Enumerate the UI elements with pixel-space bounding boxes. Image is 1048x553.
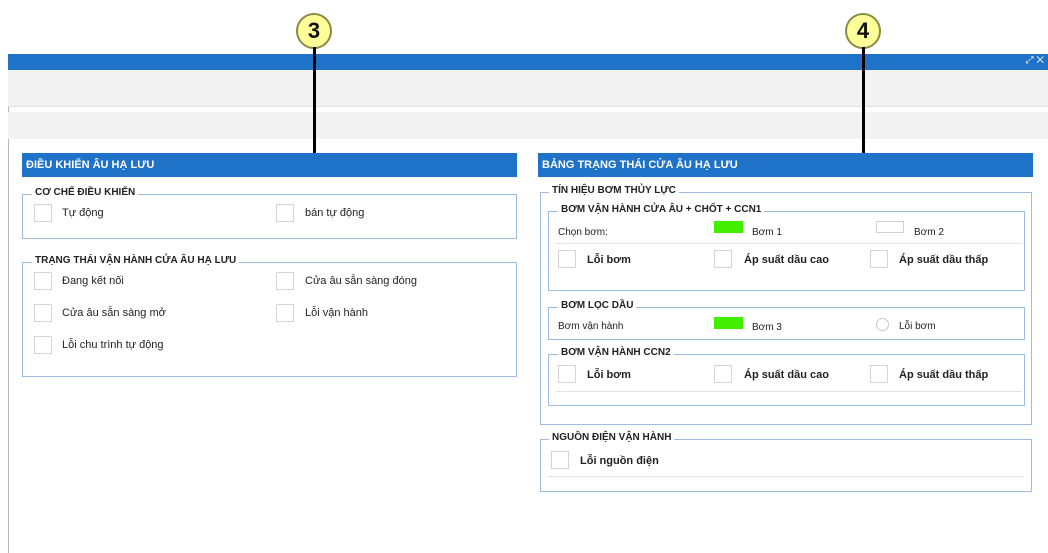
pump1-lamp (714, 221, 743, 233)
ccn2-pump-error-label: Lỗi bơm (587, 369, 631, 381)
callout-3: 3 (296, 13, 332, 49)
ccn2-divider (556, 391, 1022, 392)
oil-filter-error-label: Lỗi bơm (899, 321, 936, 332)
right-panel-title: BẢNG TRẠNG THÁI CỬA ÂU HẠ LƯU (538, 153, 1033, 177)
hydraulic-signal-legend: TÍN HIỆU BƠM THỦY LỰC (549, 185, 679, 197)
power-divider (548, 476, 1024, 477)
auto-checkbox[interactable] (34, 204, 52, 222)
callout-4-leader (862, 47, 865, 157)
ready-close-label: Cửa âu sẵn sàng đóng (305, 275, 417, 287)
ready-open-indicator (34, 304, 52, 322)
gate-pump-divider (556, 243, 1022, 244)
ccn2-low-pressure-indicator (870, 365, 888, 383)
window-controls-icon[interactable]: ⤢ ✕ (1026, 55, 1044, 66)
power-legend: NGUỒN ĐIỆN VẬN HÀNH (549, 432, 675, 444)
gate-pump-error-label: Lỗi bơm (587, 254, 631, 266)
operation-error-indicator (276, 304, 294, 322)
window-titlebar (8, 54, 1048, 70)
auto-cycle-error-label: Lỗi chu trình tự động (62, 339, 164, 351)
pump3-lamp (714, 317, 743, 329)
gate-high-pressure-indicator (714, 250, 732, 268)
callout-3-leader (313, 47, 316, 157)
connecting-indicator (34, 272, 52, 290)
gate-low-pressure-indicator (870, 250, 888, 268)
subtoolbar-band (8, 112, 1048, 139)
ready-close-indicator (276, 272, 294, 290)
gate-high-pressure-label: Áp suất dầu cao (744, 254, 829, 266)
power-error-indicator (551, 451, 569, 469)
ccn2-low-pressure-label: Áp suất dầu thấp (899, 369, 989, 381)
oil-filter-legend: BƠM LỌC DẦU (558, 300, 637, 312)
pump1-label: Bơm 1 (752, 227, 782, 238)
semi-auto-label: bán tự động (305, 207, 365, 219)
ccn2-legend: BƠM VẬN HÀNH CCN2 (558, 347, 674, 359)
control-mode-legend: CƠ CHẾ ĐIỀU KHIỂN (32, 187, 139, 199)
semi-auto-checkbox[interactable] (276, 204, 294, 222)
pump2-label: Bơm 2 (914, 227, 944, 238)
gate-low-pressure-label: Áp suất dầu thấp (899, 254, 989, 266)
running-pump-label: Bơm vận hành (558, 321, 624, 332)
gate-pump-error-indicator (558, 250, 576, 268)
ccn2-pump-error-indicator (558, 365, 576, 383)
auto-label: Tự động (62, 207, 104, 219)
pump2-lamp (876, 221, 904, 233)
power-error-label: Lỗi nguồn điện (580, 455, 659, 467)
select-pump-label: Chọn bơm: (558, 227, 608, 238)
connecting-label: Đang kết nối (62, 275, 124, 287)
ccn2-high-pressure-indicator (714, 365, 732, 383)
operation-status-legend: TRẠNG THÁI VẬN HÀNH CỬA ÂU HẠ LƯU (32, 255, 240, 267)
operation-error-label: Lỗi vận hành (305, 307, 368, 319)
oil-filter-error-radio (876, 318, 889, 331)
pump3-label: Bơm 3 (752, 322, 782, 333)
gate-pump-group (548, 211, 1025, 291)
ready-open-label: Cửa âu sẵn sàng mở (62, 307, 166, 319)
ccn2-high-pressure-label: Áp suất dầu cao (744, 369, 829, 381)
auto-cycle-error-indicator (34, 336, 52, 354)
left-panel-title: ĐIỀU KHIỂN ÂU HẠ LƯU (22, 153, 517, 177)
callout-4: 4 (845, 13, 881, 49)
toolbar-band (8, 70, 1048, 107)
gate-pump-legend: BƠM VẬN HÀNH CỬA ÂU + CHỐT + CCN1 (558, 204, 765, 216)
